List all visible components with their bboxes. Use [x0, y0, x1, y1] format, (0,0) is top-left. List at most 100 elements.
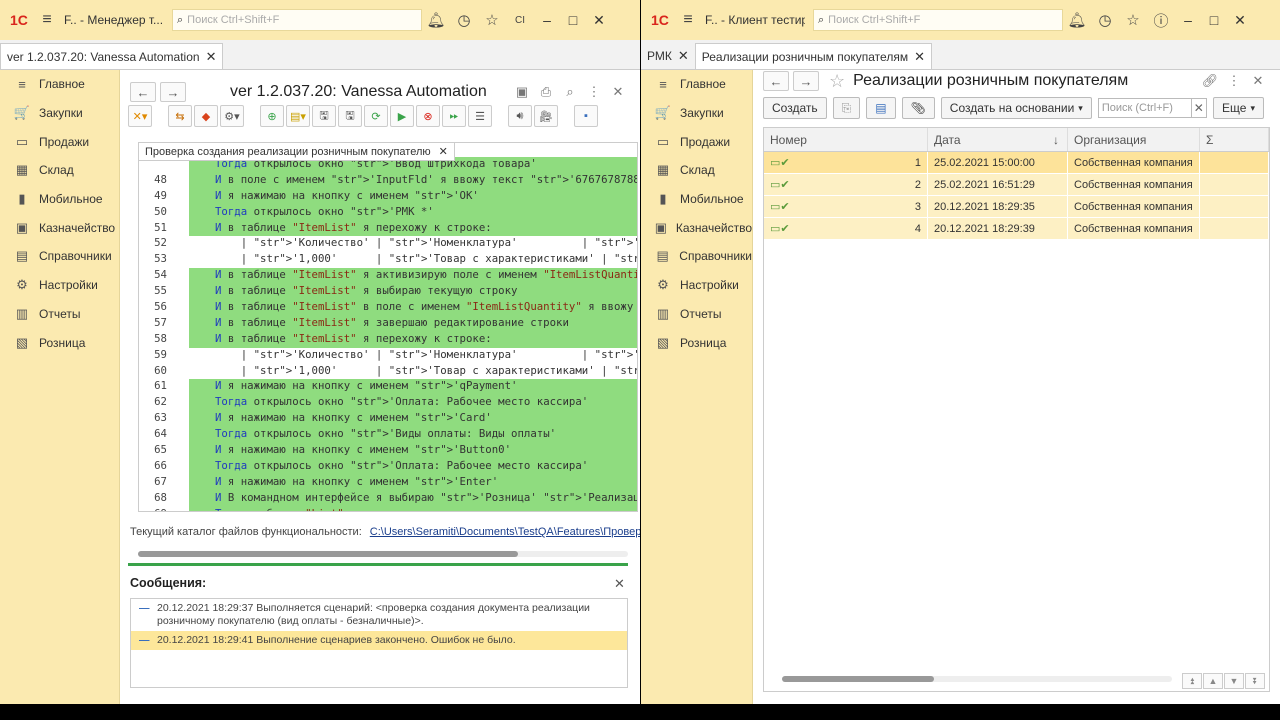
history-icon[interactable]: ◷	[450, 11, 478, 29]
code-line[interactable]: 57 И в таблице "ItemList" я завершаю реда…	[139, 315, 637, 332]
tools-icon[interactable]: ✕▾	[128, 105, 152, 127]
close-tab-icon[interactable]: ✕	[678, 48, 689, 64]
favorite-star-icon[interactable]: ☆	[829, 71, 845, 92]
maximize-icon[interactable]: □	[560, 12, 586, 28]
save-all-icon[interactable]: 🖫︎	[338, 105, 362, 127]
forward-icon[interactable]: →	[793, 71, 819, 91]
gear-icon[interactable]: ⚙▾	[220, 105, 244, 127]
code-line[interactable]: 51 И в таблице "ItemList" я перехожу к ст…	[139, 220, 637, 237]
sidebar-item-3[interactable]: ▦ Склад	[0, 156, 119, 185]
attach-icon[interactable]: 📎︎	[901, 97, 935, 119]
save-file-icon[interactable]: 🖫︎	[312, 105, 336, 127]
message-item[interactable]: — 20.12.2021 18:29:41 Выполнение сценарие…	[131, 631, 627, 650]
column-date[interactable]: Дата ↓	[928, 128, 1068, 151]
code-line[interactable]: 69Тогда таблица "List" содержит строки:	[139, 506, 637, 511]
code-editor[interactable]: Проверка создания реализации розничным п…	[138, 142, 638, 512]
create-button[interactable]: Создать	[763, 97, 827, 119]
report-icon[interactable]: ▤	[866, 97, 896, 119]
prev-row-icon[interactable]: ▲	[1203, 673, 1223, 689]
more-button[interactable]: Еще ▾	[1213, 97, 1264, 119]
maximize-icon[interactable]: □	[1201, 12, 1227, 28]
more-icon[interactable]: ⋮	[1222, 73, 1246, 89]
sidebar-item-9[interactable]: ▧ Розница	[641, 328, 752, 357]
table-horizontal-scrollbar[interactable]	[782, 676, 1172, 683]
hamburger-menu-icon[interactable]: ≡	[36, 11, 58, 29]
back-icon[interactable]: ←	[763, 71, 789, 91]
code-line[interactable]: 63 И я нажимаю на кнопку с именем "str">'…	[139, 411, 637, 428]
code-line[interactable]: 67 И я нажимаю на кнопку с именем "str">'…	[139, 474, 637, 491]
last-row-icon[interactable]: ⏬︎	[1245, 673, 1265, 689]
table-row[interactable]: ▭✔ 2 25.02.2021 16:51:29 Собственная компан…	[764, 174, 1269, 196]
editor-tab[interactable]: Проверка создания реализации розничным п…	[139, 143, 455, 161]
hamburger-menu-icon[interactable]: ≡	[677, 11, 699, 29]
code-line[interactable]: 49 И я нажимаю на кнопку с именем "str">'…	[139, 188, 637, 205]
code-line[interactable]: 58 И в таблице "ItemList" я перехожу к ст…	[139, 331, 637, 348]
code-line[interactable]: 55 И в таблице "ItemList" я выбираю текущ…	[139, 284, 637, 301]
clear-search-icon[interactable]: ✕	[1191, 98, 1208, 118]
sidebar-item-7[interactable]: ⚙ Настройки	[0, 271, 119, 300]
sidebar-item-4[interactable]: ▮ Мобильное	[641, 185, 752, 214]
star-icon[interactable]: ☆	[1119, 11, 1147, 29]
sidebar-item-2[interactable]: ▭ Продажи	[641, 127, 752, 156]
save-icon[interactable]: ▣	[510, 84, 534, 100]
minimize-icon[interactable]: –	[1175, 12, 1201, 28]
stop-icon[interactable]: ⊗	[416, 105, 440, 127]
steps-icon[interactable]: ☰	[468, 105, 492, 127]
code-line[interactable]: 48 И в поле с именем "str">'InputFld' я в…	[139, 172, 637, 189]
sidebar-item-5[interactable]: ▣ Казначейство	[641, 213, 752, 242]
sidebar-item-4[interactable]: ▮ Мобильное	[0, 185, 119, 214]
close-icon[interactable]: ✕	[1227, 12, 1253, 29]
code-line[interactable]: 60 | "str">'1,000' | "str">'Товар с хара…	[139, 363, 637, 380]
minimize-icon[interactable]: –	[534, 12, 560, 28]
forward-icon[interactable]: →	[160, 82, 186, 102]
close-messages-icon[interactable]: ✕	[614, 576, 625, 592]
column-organization[interactable]: Организация	[1068, 128, 1200, 151]
sidebar-item-1[interactable]: 🛒 Закупки	[641, 99, 752, 128]
code-line[interactable]: 65 И я нажимаю на кнопку с именем "str">'…	[139, 443, 637, 459]
code-line[interactable]: 50 Тогда открылось окно "str">'РМК *'	[139, 204, 637, 221]
tab-vanessa[interactable]: ver 1.2.037.20: Vanessa Automation ✕	[0, 43, 224, 69]
copy-icon[interactable]: ⎘	[832, 97, 861, 119]
code-line[interactable]: 66 Тогда открылось окно "str">'Оплата: Ра…	[139, 458, 637, 475]
code-line[interactable]: 61 И я нажимаю на кнопку с именем "str">'…	[139, 379, 637, 396]
close-form-icon[interactable]: ✕	[1246, 73, 1270, 89]
column-number[interactable]: Номер	[764, 128, 928, 151]
run-icon[interactable]: ▶	[390, 105, 414, 127]
horizontal-scrollbar[interactable]	[138, 549, 628, 558]
close-icon[interactable]: ✕	[586, 12, 612, 29]
code-line[interactable]: 59 | "str">'Количество' | "str">'Номенкл…	[139, 347, 637, 364]
sidebar-item-8[interactable]: ▥ Отчеты	[0, 300, 119, 329]
sidebar-item-2[interactable]: ▭ Продажи	[0, 127, 119, 156]
code-line[interactable]: 53 | "str">'1,000' | "str">'Товар с хара…	[139, 252, 637, 269]
load-features-icon[interactable]: ⇆	[168, 105, 192, 127]
video-icon[interactable]: 🎥︎	[534, 105, 558, 127]
close-tab-icon[interactable]: ✕	[914, 49, 925, 65]
create-based-on-button[interactable]: Создать на основании ▾	[940, 97, 1092, 119]
reload-icon[interactable]: ⟳	[364, 105, 388, 127]
sidebar-item-9[interactable]: ▧ Розница	[0, 328, 119, 357]
print-icon[interactable]: ⎙	[534, 84, 558, 100]
tab-rmk[interactable]: РМК ✕	[641, 43, 695, 69]
open-folder-icon[interactable]: ▤▾	[286, 105, 310, 127]
sidebar-item-8[interactable]: ▥ Отчеты	[641, 300, 752, 329]
code-line[interactable]: 54 И в таблице "ItemList" я активизирую п…	[139, 268, 637, 285]
tab-retail-sales[interactable]: Реализации розничным покупателям ✕	[694, 43, 932, 69]
first-row-icon[interactable]: ⏫︎	[1182, 673, 1202, 689]
bell-icon[interactable]: 🔔︎	[1063, 11, 1091, 29]
code-line[interactable]: 52 | "str">'Количество' | "str">'Номенкл…	[139, 236, 637, 253]
list-search-input[interactable]: Поиск (Ctrl+F)	[1097, 98, 1192, 118]
column-sum[interactable]: Σ	[1200, 128, 1269, 151]
client-icon[interactable]: ▪	[574, 105, 598, 127]
code-line[interactable]: 62 Тогда открылось окно "str">'Оплата: Ра…	[139, 395, 637, 412]
sidebar-item-0[interactable]: ≡ Главное	[641, 70, 752, 99]
message-item[interactable]: — 20.12.2021 18:29:37 Выполняется сценари…	[131, 599, 627, 631]
code-line[interactable]: 56 И в таблице "ItemList" в поле с именем…	[139, 300, 637, 316]
sidebar-item-1[interactable]: 🛒 Закупки	[0, 99, 119, 128]
sidebar-item-6[interactable]: ▤ Справочники	[641, 242, 753, 271]
run-all-icon[interactable]: ⏩︎	[442, 105, 466, 127]
bell-icon[interactable]: 🔔︎	[422, 11, 450, 29]
history-icon[interactable]: ◷	[1091, 11, 1119, 29]
table-row[interactable]: ▭✔ 4 20.12.2021 18:29:39 Собственная компан…	[764, 218, 1269, 240]
more-icon[interactable]: ⋮	[582, 84, 606, 100]
sidebar-item-6[interactable]: ▤ Справочники	[0, 242, 119, 271]
